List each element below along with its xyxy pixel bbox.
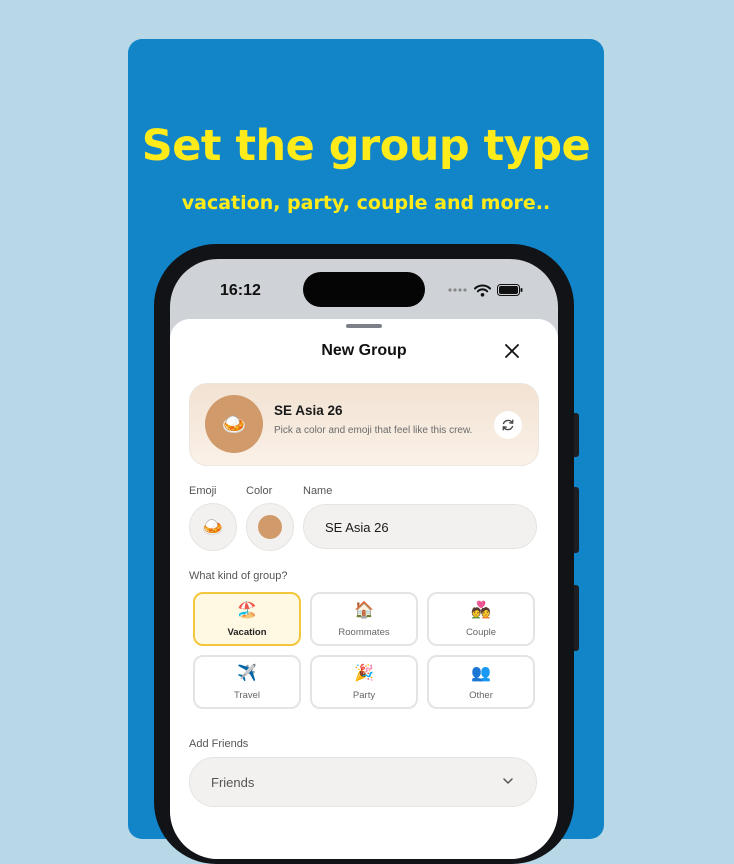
group-type-label: Other xyxy=(469,690,493,701)
battery-icon xyxy=(497,284,523,296)
color-swatch xyxy=(258,515,282,539)
group-type-vacation[interactable]: 🏖️ Vacation xyxy=(193,592,301,646)
house-icon: 🏠 xyxy=(354,602,374,619)
group-type-travel[interactable]: ✈️ Travel xyxy=(193,655,301,709)
emoji-picker-button[interactable]: 🍛 xyxy=(189,503,237,551)
group-type-other[interactable]: 👥 Other xyxy=(427,655,535,709)
couple-icon: 💑 xyxy=(471,602,491,619)
group-type-party[interactable]: 🎉 Party xyxy=(310,655,418,709)
group-preview-description: Pick a color and emoji that feel like th… xyxy=(274,425,473,436)
phone-side-button xyxy=(574,413,579,457)
group-kind-label: What kind of group? xyxy=(189,570,288,582)
status-icons xyxy=(448,281,523,299)
name-label: Name xyxy=(303,485,333,497)
close-icon[interactable] xyxy=(502,341,522,361)
color-picker-button[interactable] xyxy=(246,503,294,551)
group-type-label: Party xyxy=(352,690,376,701)
signal-icon xyxy=(448,288,467,292)
color-label: Color xyxy=(246,485,273,497)
friends-dropdown[interactable]: Friends xyxy=(189,757,537,807)
promo-subline: vacation, party, couple and more.. xyxy=(181,192,551,214)
group-type-couple[interactable]: 💑 Couple xyxy=(427,592,535,646)
phone-side-button xyxy=(574,585,579,651)
group-preview-card: 🍛 SE Asia 26 Pick a color and emoji that… xyxy=(189,383,539,466)
sheet-title: New Group xyxy=(321,342,407,359)
emoji-label: Emoji xyxy=(189,485,217,497)
group-type-label: Couple xyxy=(465,627,497,638)
phone-side-button xyxy=(574,487,579,553)
wifi-icon xyxy=(474,284,491,297)
shuffle-button[interactable] xyxy=(494,411,522,439)
chevron-down-icon xyxy=(503,778,513,784)
group-avatar-emoji: 🍛 xyxy=(221,413,247,436)
dynamic-island xyxy=(303,272,425,307)
group-type-roommates[interactable]: 🏠 Roommates xyxy=(310,592,418,646)
party-popper-icon: 🎉 xyxy=(354,665,374,682)
airplane-icon: ✈️ xyxy=(237,665,257,682)
group-avatar: 🍛 xyxy=(205,395,263,453)
add-friends-label: Add Friends xyxy=(189,738,249,750)
group-type-label: Roommates xyxy=(338,627,390,638)
sheet-grabber[interactable] xyxy=(346,324,382,328)
status-time: 16:12 xyxy=(220,282,261,299)
phone-screen: 16:12 New Group 🍛 SE Asia 26 Pick a colo… xyxy=(170,259,558,859)
group-type-label: Travel xyxy=(233,690,261,701)
name-field[interactable]: SE Asia 26 xyxy=(303,504,537,549)
beach-icon: 🏖️ xyxy=(237,602,257,619)
friends-placeholder: Friends xyxy=(211,775,255,790)
people-icon: 👥 xyxy=(471,665,491,682)
new-group-sheet: New Group 🍛 SE Asia 26 Pick a color and … xyxy=(170,319,558,859)
emoji-picker-value: 🍛 xyxy=(201,516,225,537)
group-preview-name: SE Asia 26 xyxy=(274,403,343,418)
promo-headline: Set the group type xyxy=(141,121,591,171)
refresh-icon xyxy=(502,419,514,431)
group-type-label: Vacation xyxy=(227,627,267,638)
